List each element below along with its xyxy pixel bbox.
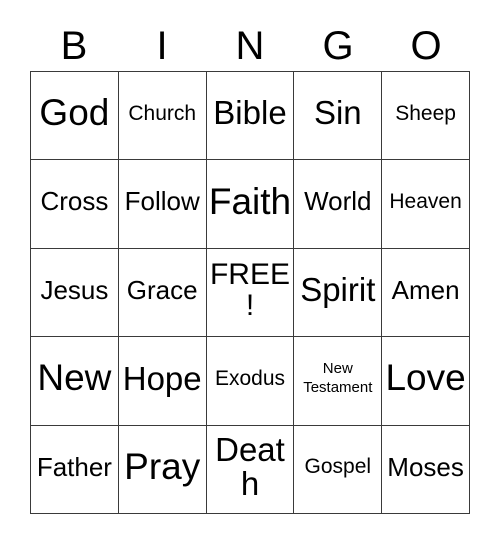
bingo-header-letter-i: I [156, 24, 168, 68]
bingo-grid: God Church Bible Sin Sheep Cross Follow Faith Wo… [30, 71, 470, 514]
bingo-cell-label: Gospel [304, 455, 372, 479]
bingo-cell[interactable]: New [31, 337, 119, 426]
bingo-cell[interactable]: Hope [118, 337, 207, 426]
bingo-header-letter-n: N [235, 24, 265, 68]
bingo-cell-label: Death [215, 430, 285, 503]
bingo-cell[interactable]: Death [206, 425, 295, 514]
bingo-cell[interactable]: Heaven [382, 160, 470, 249]
bingo-cell[interactable]: New Testament [294, 337, 383, 426]
bingo-cell[interactable]: Gospel [294, 425, 383, 514]
bingo-cell[interactable]: Exodus [206, 337, 295, 426]
bingo-cell-label: Amen [391, 274, 460, 305]
bingo-cell-label: Church [128, 101, 197, 125]
bingo-cell-label: Cross [40, 186, 109, 217]
bingo-cell[interactable]: Father [31, 425, 119, 514]
bingo-cell-label: Bible [213, 94, 287, 132]
bingo-cell-label: Grace [126, 274, 198, 305]
bingo-cell-label: Pray [124, 445, 201, 487]
bingo-header-letter-b: B [60, 24, 88, 68]
bingo-card: B I N G O God Church Bible Sin Sheep Cross Fol… [0, 0, 500, 544]
bingo-cell-label: Faith [208, 180, 292, 222]
bingo-header-row: B I N G O [30, 21, 470, 71]
bingo-cell[interactable]: Bible [206, 72, 295, 161]
bingo-cell-label: Hope [122, 359, 202, 397]
bingo-cell-label: Exodus [214, 366, 286, 390]
bingo-cell-label: World [304, 186, 372, 217]
bingo-cell-label: God [39, 92, 110, 134]
bingo-cell[interactable]: Follow [118, 160, 207, 249]
bingo-cell[interactable]: Sin [294, 72, 383, 161]
bingo-cell[interactable]: Grace [118, 248, 207, 338]
bingo-cell-label: FREE! [209, 257, 290, 323]
bingo-cell[interactable]: World [294, 160, 383, 249]
bingo-cell[interactable]: Church [118, 72, 207, 161]
bingo-header-letter-g: G [322, 24, 354, 68]
bingo-cell-label: Follow [124, 186, 200, 217]
bingo-cell-label: Father [36, 451, 112, 482]
bingo-cell[interactable]: FREE! [206, 248, 295, 338]
bingo-cell-label: Heaven [389, 190, 462, 214]
bingo-cell[interactable]: Sheep [382, 72, 470, 161]
bingo-cell[interactable]: Faith [206, 160, 295, 249]
bingo-cell[interactable]: Spirit [294, 248, 383, 338]
bingo-cell-label: New Testament [303, 360, 373, 396]
bingo-cell[interactable]: Pray [118, 425, 207, 514]
bingo-cell-label: Sin [313, 94, 362, 132]
bingo-cell-label: Spirit [300, 271, 376, 309]
bingo-cell[interactable]: Moses [382, 425, 470, 514]
bingo-cell[interactable]: Amen [382, 248, 470, 338]
bingo-header-letter-o: O [410, 24, 442, 68]
bingo-cell[interactable]: Love [382, 337, 470, 426]
bingo-cell-label: New [37, 357, 112, 399]
bingo-cell-label: Jesus [40, 274, 109, 305]
bingo-cell[interactable]: Jesus [31, 248, 119, 338]
bingo-cell[interactable]: God [31, 72, 119, 161]
bingo-cell[interactable]: Cross [31, 160, 119, 249]
bingo-cell-label: Love [385, 357, 466, 399]
bingo-cell-label: Moses [387, 451, 464, 482]
bingo-cell-label: Sheep [395, 101, 456, 125]
